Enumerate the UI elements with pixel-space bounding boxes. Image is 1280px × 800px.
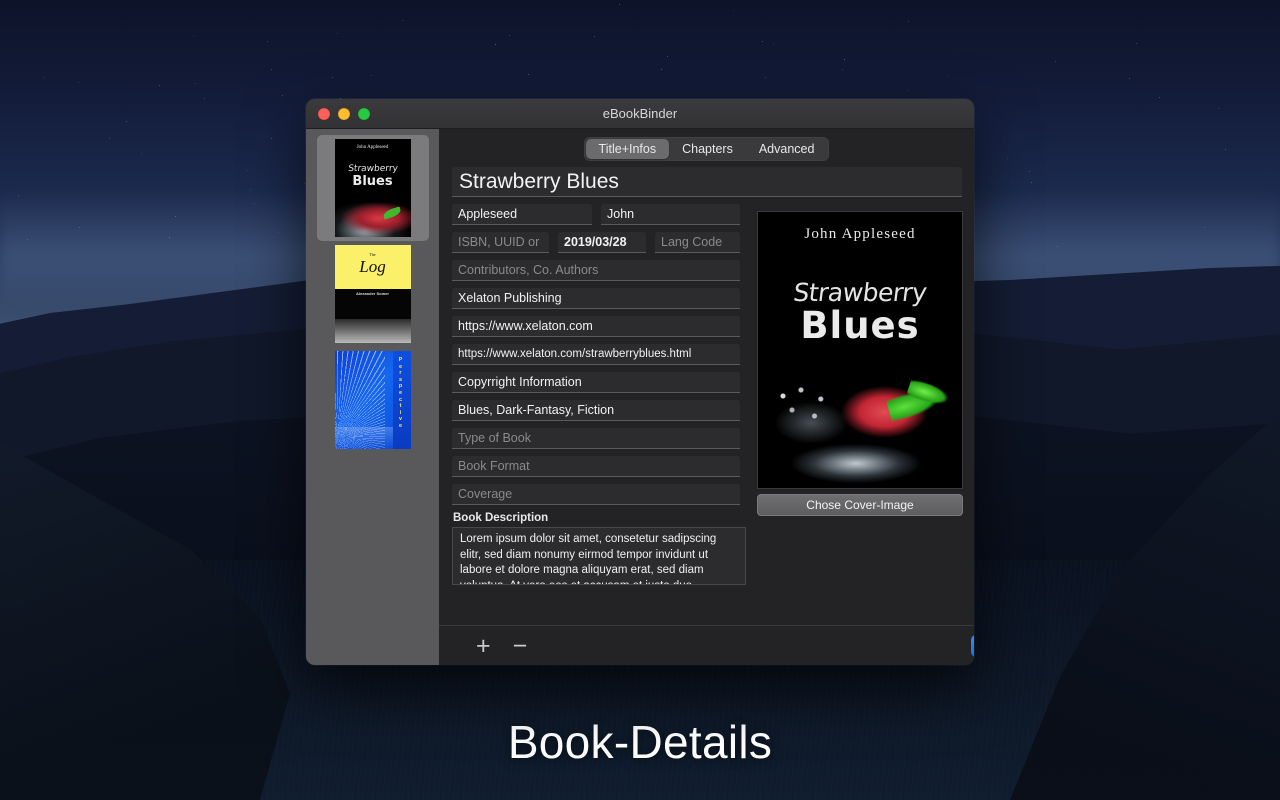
book-thumbnail-cover: John Appleseed Strawberry Blues xyxy=(335,139,411,237)
water-droplets xyxy=(774,386,864,436)
app-window: eBookBinder John Appleseed Strawberry Bl… xyxy=(306,99,974,665)
bind-book-button[interactable]: Bind Book xyxy=(971,635,974,657)
cover-preview[interactable]: John Appleseed Strawberry Blues xyxy=(757,211,963,489)
publisher-input[interactable] xyxy=(452,288,740,309)
contributors-input[interactable] xyxy=(452,260,740,281)
cover-column: John Appleseed Strawberry Blues Chose Co… xyxy=(757,211,961,516)
page-caption: Book-Details xyxy=(0,715,1280,769)
zoom-window-icon[interactable] xyxy=(358,108,370,120)
tab-chapters[interactable]: Chapters xyxy=(669,139,746,159)
minimize-window-icon[interactable] xyxy=(338,108,350,120)
isbn-uuid-input[interactable] xyxy=(452,232,549,253)
tab-advanced[interactable]: Advanced xyxy=(746,139,828,159)
add-remove-group: + − xyxy=(439,634,527,659)
lang-code-input[interactable] xyxy=(655,232,740,253)
genres-row xyxy=(452,400,740,421)
author-name-row xyxy=(452,204,740,225)
form-left-column: Book Description Lorem ipsum dolor sit a… xyxy=(452,204,740,585)
thumb-author: John Appleseed xyxy=(335,145,411,150)
author-last-name-input[interactable] xyxy=(452,204,592,225)
type-of-book-row xyxy=(452,428,740,449)
sidebar-item-strawberry-blues[interactable]: John Appleseed Strawberry Blues xyxy=(317,135,429,241)
add-book-button[interactable]: + xyxy=(476,634,491,659)
genres-input[interactable] xyxy=(452,400,740,421)
author-first-name-input[interactable] xyxy=(601,204,740,225)
book-description-label: Book Description xyxy=(453,512,740,524)
tab-group: Title+Infos Chapters Advanced xyxy=(584,137,830,161)
book-details-form: Book Description Lorem ipsum dolor sit a… xyxy=(439,161,974,585)
remove-book-button[interactable]: − xyxy=(513,634,528,659)
sidebar-item-perspective[interactable]: Perspective xyxy=(317,347,429,453)
book-url-row xyxy=(452,344,740,365)
thumb-title-vertical: Perspective xyxy=(396,357,406,430)
book-format-input[interactable] xyxy=(452,456,740,477)
identifier-row xyxy=(452,232,740,253)
book-url-input[interactable] xyxy=(452,344,740,365)
bottom-toolbar: + − Bind Book xyxy=(439,625,974,665)
contributors-row xyxy=(452,260,740,281)
website-row xyxy=(452,316,740,337)
cover-author: John Appleseed xyxy=(758,226,962,243)
coverage-row xyxy=(452,484,740,505)
window-body: John Appleseed Strawberry Blues The Log … xyxy=(306,129,974,665)
window-title: eBookBinder xyxy=(306,106,974,121)
copyright-row xyxy=(452,372,740,393)
thumb-title: Log xyxy=(335,257,411,277)
book-description-textarea[interactable]: Lorem ipsum dolor sit amet, consetetur s… xyxy=(452,527,746,585)
thumb-title-line2: Blues xyxy=(335,174,411,189)
cover-title-line1: Strawberry xyxy=(757,278,963,307)
traffic-lights xyxy=(306,108,370,120)
sidebar-item-the-log[interactable]: The Log Alexander Somer xyxy=(317,241,429,347)
thumb-author: Alexander Somer xyxy=(335,291,411,296)
book-list-sidebar[interactable]: John Appleseed Strawberry Blues The Log … xyxy=(306,129,439,665)
cover-title-line2: Blues xyxy=(758,304,962,347)
thumb-title-line1: Strawberry xyxy=(335,164,411,174)
book-title-input[interactable] xyxy=(452,167,962,197)
publication-date-input[interactable] xyxy=(558,232,646,253)
main-panel: Title+Infos Chapters Advanced Strawberry… xyxy=(439,129,974,665)
publisher-row xyxy=(452,288,740,309)
thumb-gradient-panel xyxy=(335,319,411,343)
choose-cover-image-button[interactable]: Chose Cover-Image xyxy=(757,494,963,516)
tab-bar: Title+Infos Chapters Advanced xyxy=(439,129,974,161)
window-titlebar[interactable]: eBookBinder xyxy=(306,99,974,129)
type-of-book-input[interactable] xyxy=(452,428,740,449)
coverage-input[interactable] xyxy=(452,484,740,505)
website-input[interactable] xyxy=(452,316,740,337)
close-window-icon[interactable] xyxy=(318,108,330,120)
tab-title-infos[interactable]: Title+Infos xyxy=(586,139,670,159)
book-format-row xyxy=(452,456,740,477)
copyright-input[interactable] xyxy=(452,372,740,393)
book-thumbnail-cover: The Log Alexander Somer xyxy=(335,245,411,343)
book-thumbnail-cover: Perspective xyxy=(335,351,411,449)
